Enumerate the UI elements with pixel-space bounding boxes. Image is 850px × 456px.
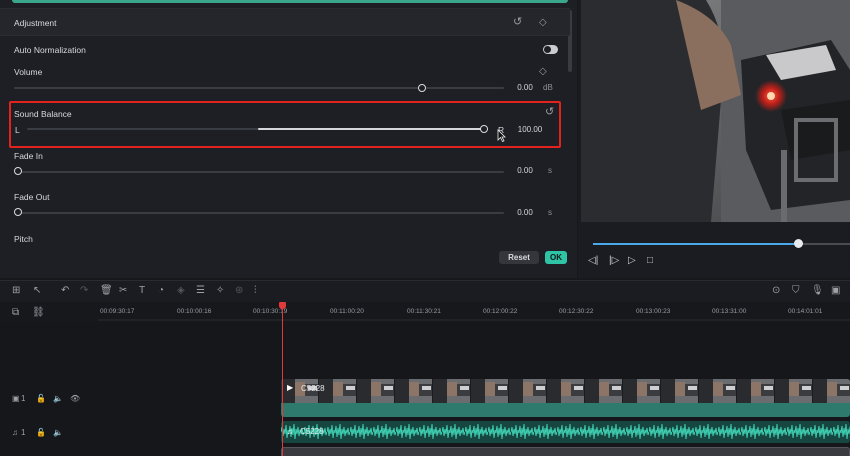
fade-in-label: Fade In bbox=[14, 151, 43, 161]
video-clip[interactable]: ▶ C5228 bbox=[281, 379, 850, 417]
audio-waveform bbox=[281, 421, 850, 443]
video-preview bbox=[581, 0, 850, 222]
ruler-tick: 00:13:31:00 bbox=[712, 308, 747, 315]
video-clip-name: C5228 bbox=[301, 384, 325, 393]
audio-clip-icon: ♫ bbox=[287, 427, 293, 436]
audio-clip-name: C5228 bbox=[300, 427, 324, 436]
adjust-icon[interactable]: ☰ bbox=[196, 286, 205, 296]
snapshot-icon[interactable]: ▣ bbox=[831, 286, 840, 296]
undo-icon[interactable]: ↶ bbox=[61, 286, 69, 296]
fade-in-value[interactable]: 0.00 bbox=[509, 164, 541, 177]
playhead-line bbox=[282, 307, 283, 456]
speaker-icon[interactable]: 🔈 bbox=[53, 394, 63, 403]
preview-seek-thumb[interactable] bbox=[794, 239, 803, 248]
shield-icon[interactable]: ⛉ bbox=[792, 286, 800, 296]
video-clip-icon: ▶ bbox=[287, 383, 294, 392]
text-icon[interactable]: T bbox=[139, 286, 145, 296]
stop-icon[interactable]: □ bbox=[647, 256, 653, 266]
color-icon[interactable]: ◈ bbox=[177, 286, 185, 296]
redo-icon[interactable]: ↷ bbox=[80, 286, 88, 296]
toggle-knob bbox=[544, 46, 551, 53]
video-track-index: 1 bbox=[21, 394, 26, 403]
ruler-tick: 00:11:00:20 bbox=[330, 308, 364, 315]
fade-in-slider-thumb[interactable] bbox=[14, 167, 22, 175]
adjustment-title: Adjustment bbox=[14, 18, 57, 28]
link-icon[interactable]: ⛓ bbox=[32, 308, 45, 318]
layout-icon[interactable]: ⊞ bbox=[12, 286, 20, 296]
fade-in-unit: s bbox=[548, 166, 552, 175]
auto-normalization-label: Auto Normalization bbox=[14, 45, 86, 55]
volume-slider-track[interactable] bbox=[14, 87, 504, 89]
keyframe-diamond-icon[interactable]: ◇ bbox=[539, 17, 547, 28]
reset-icon[interactable]: ↺ bbox=[513, 17, 522, 28]
split-icon[interactable]: ✂ bbox=[119, 286, 127, 296]
reset-button[interactable]: Reset bbox=[499, 251, 539, 264]
fade-out-value[interactable]: 0.00 bbox=[509, 206, 541, 219]
keyframe-icon[interactable]: ⊛ bbox=[235, 286, 243, 296]
eye-icon[interactable]: 👁 bbox=[70, 394, 80, 403]
volume-label: Volume bbox=[14, 67, 43, 77]
music-track-icon: ♫ bbox=[12, 428, 18, 437]
audio-track-index: 1 bbox=[21, 428, 26, 437]
audio-wave-icon[interactable]: ⫶ bbox=[254, 286, 257, 296]
audio-clip-second[interactable] bbox=[281, 447, 850, 456]
fade-out-label: Fade Out bbox=[14, 192, 50, 202]
add-track-icon[interactable]: ⧉ bbox=[12, 308, 19, 318]
audio-speaker-icon[interactable]: 🔈 bbox=[53, 428, 63, 437]
pitch-label: Pitch bbox=[14, 234, 33, 244]
ruler-tick: 00:14:01:01 bbox=[788, 308, 823, 315]
volume-unit: dB bbox=[543, 83, 553, 92]
adjustment-panel: Adjustment ↺ ◇ Auto Normalization Volume… bbox=[0, 0, 577, 278]
volume-slider-thumb[interactable] bbox=[418, 84, 426, 92]
ruler-tick: 00:12:30:22 bbox=[559, 308, 594, 315]
previous-frame-icon[interactable]: ◁| bbox=[588, 256, 598, 266]
ruler-tick: 00:10:00:16 bbox=[177, 308, 212, 315]
select-tool-icon[interactable]: ↖ bbox=[33, 286, 41, 296]
volume-keyframe-icon[interactable]: ◇ bbox=[539, 66, 547, 77]
delete-icon[interactable]: 🗑 bbox=[100, 286, 113, 296]
adjustment-header bbox=[0, 8, 570, 36]
video-clip-thumbnails bbox=[281, 379, 850, 403]
play-icon[interactable]: ▷ bbox=[628, 256, 636, 266]
fade-out-unit: s bbox=[548, 208, 552, 217]
speed-icon[interactable]: ◔ bbox=[158, 286, 164, 296]
lock-icon[interactable]: 🔓 bbox=[36, 394, 46, 403]
sound-balance-highlight-box bbox=[9, 101, 561, 148]
ruler-tick: 00:12:00:22 bbox=[483, 308, 518, 315]
video-frame-image bbox=[581, 0, 850, 222]
fade-out-slider-thumb[interactable] bbox=[14, 208, 22, 216]
audio-lock-icon[interactable]: 🔓 bbox=[36, 428, 46, 437]
playhead-handle[interactable] bbox=[279, 302, 286, 309]
ruler-tick: 00:09:30:17 bbox=[100, 308, 135, 315]
microphone-icon[interactable]: 🎙 bbox=[811, 286, 824, 296]
ok-button[interactable]: OK bbox=[545, 251, 567, 264]
ruler-tick: 00:13:00:23 bbox=[636, 308, 671, 315]
video-track-icon: ▣ bbox=[12, 394, 20, 403]
ruler-tick: 00:11:30:21 bbox=[407, 308, 441, 315]
effects-icon[interactable]: ✧ bbox=[216, 286, 224, 296]
volume-value[interactable]: 0.00 bbox=[509, 81, 541, 94]
audio-clip[interactable]: ♫ C5228 bbox=[281, 421, 850, 443]
fade-in-slider-track[interactable] bbox=[14, 171, 504, 173]
panel-top-accent bbox=[12, 0, 568, 3]
play-frame-icon[interactable]: |▷ bbox=[609, 256, 619, 266]
preview-seek-fill bbox=[593, 243, 798, 245]
fade-out-slider-track[interactable] bbox=[14, 212, 504, 214]
ruler-ticks bbox=[98, 319, 850, 321]
timeline-toolbar bbox=[0, 280, 850, 302]
render-icon[interactable]: ⊙ bbox=[772, 286, 780, 296]
